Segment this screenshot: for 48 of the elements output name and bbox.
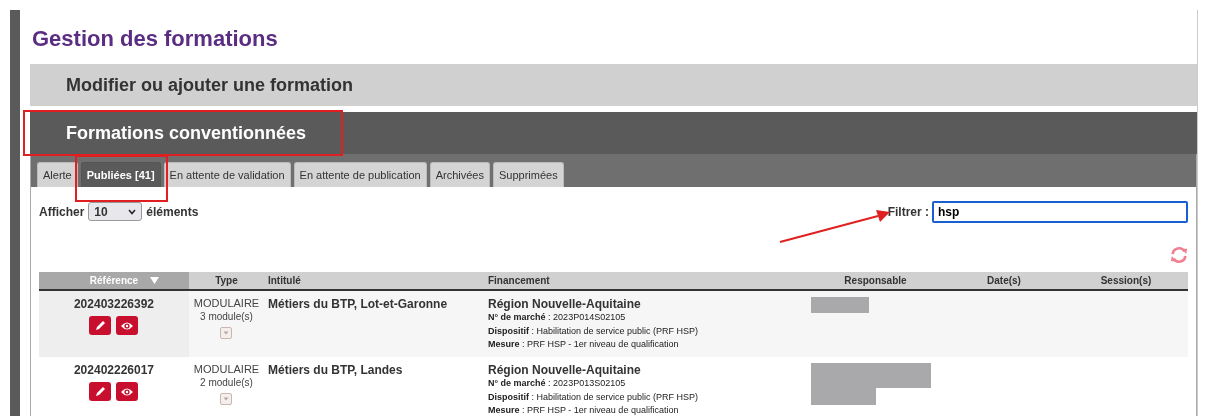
filter-field[interactable]: hsp xyxy=(932,200,1188,223)
edit-button[interactable] xyxy=(89,316,112,335)
pencil-icon xyxy=(93,385,108,398)
edit-button[interactable] xyxy=(89,382,112,401)
tab[interactable]: Supprimées xyxy=(492,162,564,187)
show-label: Afficher xyxy=(39,204,85,219)
column-header[interactable]: Date(s) xyxy=(944,272,1064,291)
funding-detail: N° de marché : 2023P013S02105 xyxy=(488,377,627,390)
module-count: 2 module(s) xyxy=(200,377,253,388)
tab[interactable]: Alerte xyxy=(37,162,78,187)
refresh-icon[interactable] xyxy=(1170,246,1188,264)
reference-number: 202402226017 xyxy=(73,363,155,377)
accordion-header[interactable]: Formations conventionnées xyxy=(30,112,1197,154)
funder-name: Région Nouvelle-Aquitaine xyxy=(488,363,642,377)
page-length-dropdown[interactable]: 10 xyxy=(88,202,143,221)
funding-detail: Dispositif : Habilitation de service public (PRF HSP) xyxy=(488,324,700,338)
filter-label: Filtrer : xyxy=(887,204,929,219)
entries-label: éléments xyxy=(146,204,199,219)
funding-detail: Mesure : PRF HSP - 1er niveau de qualification xyxy=(488,404,680,416)
type-label: MODULAIRE xyxy=(193,297,260,309)
type-label: MODULAIRE xyxy=(193,363,260,375)
reference-number: 202403226392 xyxy=(73,297,155,311)
funding-detail: N° de marché : 2023P014S02105 xyxy=(488,311,627,324)
training-title: Métiers du BTP, Lot-et-Garonne xyxy=(268,297,448,311)
training-title: Métiers du BTP, Landes xyxy=(268,363,403,377)
funder-name: Région Nouvelle-Aquitaine xyxy=(488,297,642,311)
tab[interactable]: En attente de validation xyxy=(163,162,291,187)
pencil-icon xyxy=(93,319,108,332)
column-header[interactable]: Type xyxy=(189,272,264,291)
column-header[interactable]: Responsable xyxy=(807,272,944,291)
sort-icon xyxy=(150,277,159,284)
module-count: 3 module(s) xyxy=(200,311,253,322)
funding-detail: Dispositif : Habilitation de service public (PRF HSP) xyxy=(488,390,700,404)
chevron-icon xyxy=(128,208,137,215)
redacted-block xyxy=(811,297,869,313)
tab[interactable]: Publiées [41] xyxy=(80,162,161,187)
page-title: Gestion des formations xyxy=(32,25,279,53)
column-header[interactable]: Intitulé xyxy=(264,272,484,291)
section-title: Modifier ou ajouter une formation xyxy=(66,74,353,96)
view-button[interactable] xyxy=(116,316,139,335)
column-header[interactable]: Financement xyxy=(484,272,807,291)
tab[interactable]: En attente de publication xyxy=(293,162,427,187)
funding-detail: Mesure : PRF HSP - 1er niveau de qualification xyxy=(488,338,680,351)
accordion-header[interactable]: Modifier ou ajouter une formation xyxy=(30,64,1197,106)
section-title: Formations conventionnées xyxy=(66,122,307,144)
view-button[interactable] xyxy=(116,382,139,401)
tab[interactable]: Archivées xyxy=(429,162,490,187)
column-header[interactable]: Session(s) xyxy=(1064,272,1188,291)
